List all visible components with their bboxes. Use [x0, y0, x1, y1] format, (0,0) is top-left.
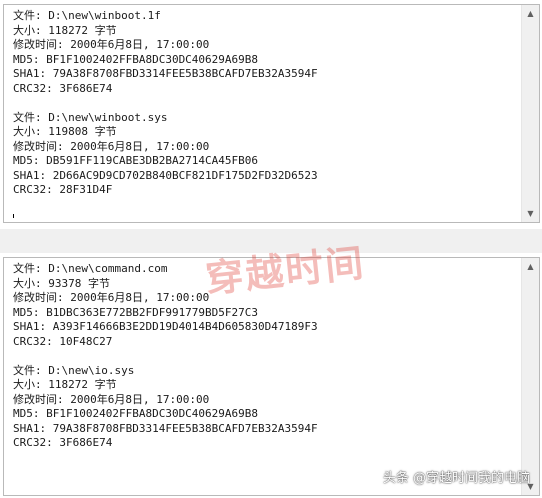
line-blank [13, 349, 519, 364]
vertical-scrollbar-bottom[interactable]: ▲ ▼ [521, 258, 539, 495]
line-crc32: CRC32: 3F686E74 [13, 436, 113, 449]
text-caret [13, 214, 14, 218]
vertical-scrollbar-top[interactable]: ▲ ▼ [521, 5, 539, 222]
line-size: 大小: 118272 字节 [13, 23, 117, 37]
line-md5: MD5: BF1F1002402FFBA8DC30DC40629A69B8 [13, 407, 259, 420]
line-md5: MD5: DB591FF119CABE3DB2BA2714CA45FB06 [13, 154, 259, 167]
line-crc32: CRC32: 10F48C27 [13, 334, 113, 348]
line-size: 大小: 118272 字节 [13, 378, 117, 391]
line-sha1: SHA1: 79A38F8708FBD3314FEE5B38BCAFD7EB32… [13, 421, 318, 435]
text-content-bottom[interactable]: 文件: D:\new\command.com 大小: 93378 字节 修改时间… [13, 262, 519, 491]
scroll-up-icon[interactable]: ▲ [522, 258, 539, 275]
source-credit: 头条 @穿越时间我的电脑 [382, 471, 530, 486]
line-sha1: SHA1: 79A38F8708FBD3314FEE5B38BCAFD7EB32… [13, 67, 318, 80]
caret-line [13, 212, 519, 218]
line-modified: 修改时间: 2000年6月8日, 17:00:00 [13, 38, 210, 51]
hash-output-textbox-bottom[interactable]: 文件: D:\new\command.com 大小: 93378 字节 修改时间… [3, 257, 540, 496]
scroll-up-icon[interactable]: ▲ [522, 5, 539, 22]
line-modified: 修改时间: 2000年6月8日, 17:00:00 [13, 291, 210, 304]
line-modified: 修改时间: 2000年6月8日, 17:00:00 [13, 139, 210, 153]
line-blank [13, 96, 519, 111]
window-background [0, 229, 542, 253]
line-md5: MD5: BF1F1002402FFBA8DC30DC40629A69B8 [13, 52, 259, 66]
hash-output-textbox-top[interactable]: 文件: D:\new\winboot.1f 大小: 118272 字节 修改时间… [3, 4, 540, 223]
line-file-winboot-sys: 文件: D:\new\winboot.sys [13, 110, 168, 124]
line-crc32: CRC32: 28F31D4F [13, 183, 113, 196]
scroll-down-icon[interactable]: ▼ [522, 205, 539, 222]
line-blank [13, 198, 519, 213]
line-crc32: CRC32: 3F686E74 [13, 81, 113, 95]
line-md5: MD5: B1DBC363E772BB2FDF991779BD5F27C3 [13, 305, 259, 319]
line-file-io-sys: 文件: D:\new\io.sys [13, 363, 135, 377]
screenshot: 文件: D:\new\winboot.1f 大小: 118272 字节 修改时间… [0, 0, 542, 498]
line-sha1: SHA1: A393F14666B3E2DD19D4014B4D605830D4… [13, 320, 318, 333]
line-sha1: SHA1: 2D66AC9D9CD702B840BCF821DF175D2FD3… [13, 168, 318, 182]
line-file-command-com: 文件: D:\new\command.com [13, 262, 168, 275]
line-file-winboot-1f: 文件: D:\new\winboot.1f [13, 9, 161, 22]
line-modified: 修改时间: 2000年6月8日, 17:00:00 [13, 392, 210, 406]
line-size: 大小: 119808 字节 [13, 125, 117, 138]
line-size: 大小: 93378 字节 [13, 276, 110, 290]
text-content-top[interactable]: 文件: D:\new\winboot.1f 大小: 118272 字节 修改时间… [13, 9, 519, 218]
